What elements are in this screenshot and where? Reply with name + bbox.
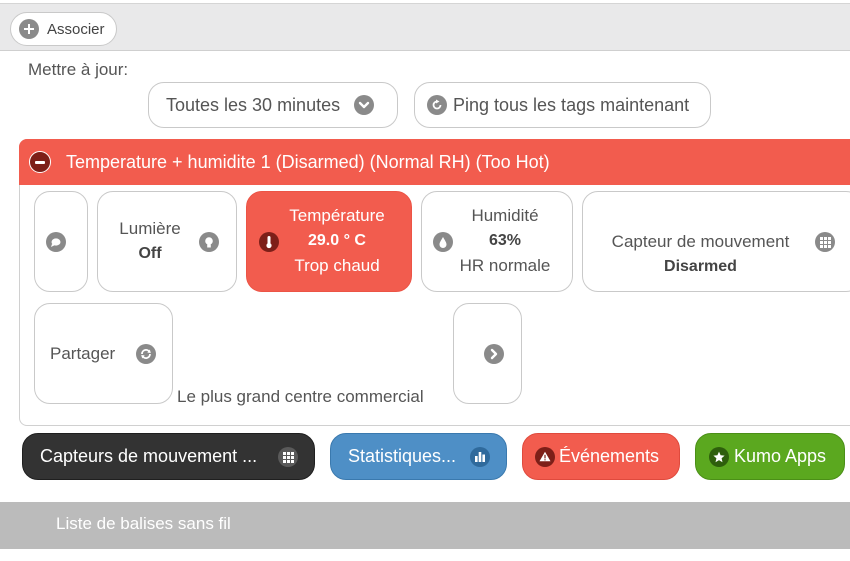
humidity-status: HR normale (459, 256, 551, 275)
plus-circle-icon (19, 19, 39, 39)
update-label: Mettre à jour: (28, 60, 129, 79)
motion-sensor-label: Capteur de mouvement (611, 232, 790, 251)
motion-sensor-value: Disarmed (664, 258, 737, 275)
next-tag-button[interactable] (453, 303, 522, 404)
chevron-right-icon (484, 344, 504, 364)
lightbulb-icon (199, 232, 219, 252)
associate-button[interactable]: Associer (10, 12, 117, 46)
motion-sensors-label: Capteurs de mouvement ... (40, 446, 258, 466)
motion-sensors-button[interactable]: Capteurs de mouvement ... (22, 433, 315, 480)
statistics-label: Statistiques... (348, 446, 457, 466)
tag-list-bar[interactable]: Liste de balises sans fil (0, 502, 850, 549)
events-label: Événements (559, 446, 660, 466)
temperature-card[interactable]: Température 29.0 ° C Trop chaud (246, 191, 412, 292)
share-label: Partager (50, 344, 116, 363)
ping-all-button[interactable]: Ping tous les tags maintenant (414, 82, 711, 128)
associate-label: Associer (47, 20, 105, 38)
events-button[interactable]: Événements (522, 433, 680, 480)
update-interval-select[interactable]: Toutes les 30 minutes (148, 82, 398, 128)
warning-icon (535, 446, 555, 467)
refresh-icon (427, 95, 447, 115)
bar-chart-icon (470, 447, 490, 467)
ping-all-label: Ping tous les tags maintenant (453, 94, 690, 115)
share-card[interactable]: Partager (34, 303, 173, 404)
refresh-icon (136, 344, 156, 364)
humidity-label: Humidité (471, 206, 539, 225)
update-interval-value: Toutes les 30 minutes (166, 94, 341, 115)
kumo-apps-label: Kumo Apps (734, 446, 827, 466)
statistics-button[interactable]: Statistiques... (330, 433, 507, 480)
speech-bubble-icon (46, 232, 66, 252)
tag-title: Temperature + humidite 1 (Disarmed) (Nor… (66, 152, 550, 172)
temperature-status: Trop chaud (294, 256, 380, 275)
top-toolbar: Associer (0, 3, 850, 51)
tag-header[interactable]: Temperature + humidite 1 (Disarmed) (Nor… (19, 139, 850, 185)
light-value: Off (138, 245, 162, 262)
thermometer-icon (259, 232, 279, 252)
tag-list-title: Liste de balises sans fil (56, 514, 231, 533)
light-label: Lumière (119, 219, 181, 238)
comment-card[interactable] (34, 191, 88, 292)
grid-icon (815, 232, 835, 252)
light-card[interactable]: Lumière Off (97, 191, 237, 292)
temperature-value: 29.0 ° C (308, 232, 366, 249)
star-icon (709, 446, 729, 467)
humidity-value: 63% (488, 232, 522, 249)
humidity-card[interactable]: Humidité 63% HR normale (421, 191, 573, 292)
chevron-down-icon (354, 95, 375, 115)
kumo-apps-button[interactable]: Kumo Apps (695, 433, 845, 480)
grid-icon (278, 447, 298, 467)
temperature-label: Température (289, 206, 385, 225)
tag-location: Le plus grand centre commercial (177, 387, 424, 406)
collapse-icon[interactable] (29, 151, 51, 173)
motion-sensor-card[interactable]: Capteur de mouvement Disarmed (582, 191, 850, 292)
